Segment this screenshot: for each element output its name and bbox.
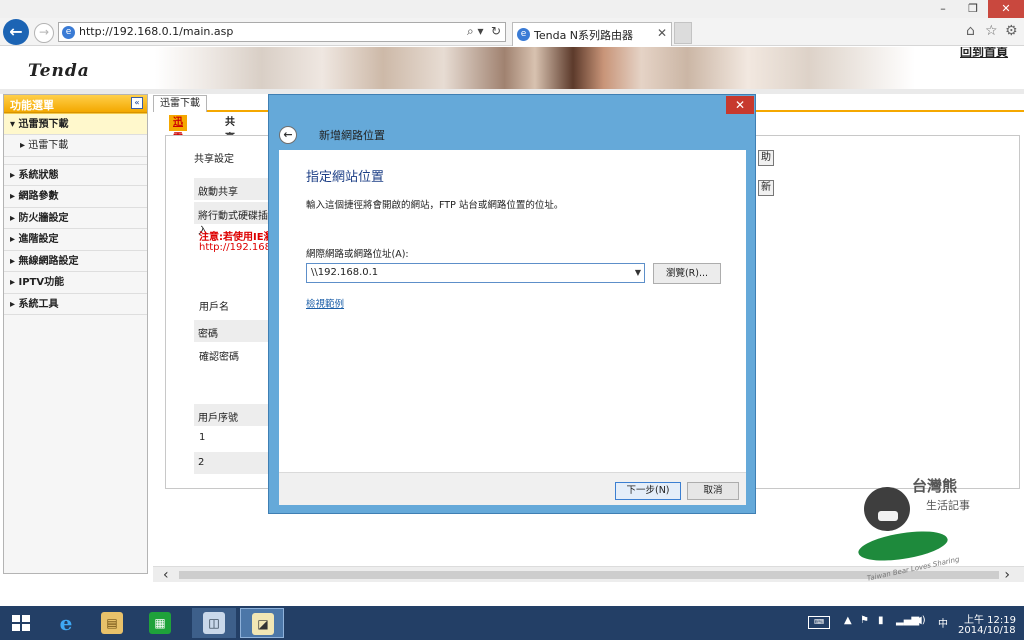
header-banner-photo	[155, 47, 915, 89]
next-button[interactable]: 下一步(N)	[615, 482, 681, 500]
tab-title[interactable]: Tenda N系列路由器	[534, 27, 633, 43]
show-hidden-icons-icon[interactable]: ▲	[844, 615, 852, 626]
search-icon[interactable]: ⌕ ▾	[467, 24, 484, 39]
new-button[interactable]: 新	[758, 180, 774, 196]
address-bar[interactable]: e http://192.168.0.1/main.asp ⌕ ▾ ↻	[58, 22, 506, 42]
bear-icon	[864, 487, 910, 531]
taskbar-internet-explorer[interactable]: e	[44, 608, 88, 638]
sidebar-header: 功能選單 «	[4, 95, 147, 113]
dialog-body: 指定網站位置 輸入這個捷徑將會開啟的網站，FTP 站台或網路位置的位址。 網際網…	[279, 150, 746, 505]
dialog-back-button[interactable]: ←	[279, 126, 297, 144]
sidebar-item-advanced[interactable]: ▸ 進階設定	[4, 229, 147, 251]
bear-chest-mark	[878, 511, 898, 521]
folder-icon: ▤	[101, 612, 123, 634]
address-url[interactable]: http://192.168.0.1/main.asp	[79, 25, 233, 38]
new-tab-button[interactable]	[674, 22, 692, 44]
browser-tab[interactable]: e Tenda N系列路由器 ✕	[512, 22, 672, 46]
tenda-logo: Tenda	[28, 61, 90, 81]
taskbar-add-network-location[interactable]: ◪	[240, 608, 284, 638]
home-link[interactable]: 回到首頁	[960, 47, 1008, 60]
minimize-button[interactable]: –	[928, 0, 958, 18]
browser-navigation-bar: ← → e http://192.168.0.1/main.asp ⌕ ▾ ↻ …	[0, 18, 1024, 46]
taskbar-file-explorer[interactable]: ▤	[90, 608, 134, 638]
header-user-index: 用戶序號	[194, 404, 274, 426]
refresh-icon[interactable]: ↻	[491, 24, 501, 38]
dialog-title: 新增網路位置	[319, 129, 385, 142]
home-icon[interactable]: ⌂	[966, 23, 975, 39]
address-field-label: 網際網路或網路位址(A):	[306, 249, 409, 260]
back-button[interactable]: ←	[3, 19, 29, 45]
watermark-subtitle: 生活記事	[926, 499, 970, 512]
collapse-sidebar-button[interactable]: «	[131, 97, 143, 109]
ime-indicator[interactable]: 中	[938, 615, 948, 630]
battery-icon[interactable]: ▮	[878, 615, 884, 626]
tab-close-icon[interactable]: ✕	[657, 26, 667, 40]
label-enable-share: 啟動共享	[194, 178, 274, 200]
network-address-value[interactable]: \\192.168.0.1	[311, 267, 378, 278]
scroll-right-icon[interactable]: ›	[1004, 567, 1010, 583]
internet-explorer-icon: e	[59, 611, 73, 635]
wizard-icon: ◪	[252, 613, 274, 635]
view-examples-link[interactable]: 檢視範例	[306, 296, 344, 310]
clock-time[interactable]: 上午 12:19	[964, 611, 1016, 626]
subtab-shared-storage[interactable]: 共享儲存	[221, 115, 239, 176]
start-button[interactable]	[6, 608, 36, 638]
user-row-2: 2	[194, 452, 274, 474]
label-password: 密碼	[194, 320, 274, 342]
label-username: 用戶名	[199, 302, 229, 313]
favorites-star-icon[interactable]: ☆	[985, 23, 998, 39]
watermark-title: 台灣熊	[912, 477, 958, 495]
gear-icon[interactable]: ⚙	[1005, 23, 1018, 39]
window-title-bar: – ❐ ✕	[0, 0, 1024, 18]
sidebar-item-iptv[interactable]: ▸ IPTV功能	[4, 272, 147, 294]
store-icon: ▦	[149, 612, 171, 634]
subtab-thunder-download[interactable]: 迅雷下載	[169, 115, 187, 176]
chevron-down-icon[interactable]: ▼	[635, 268, 641, 277]
network-icon: ◫	[203, 612, 225, 634]
sidebar-title: 功能選單	[10, 99, 54, 112]
sidebar-item-system-tools[interactable]: ▸ 系統工具	[4, 294, 147, 315]
dialog-description: 輸入這個捷徑將會開啟的網站，FTP 站台或網路位置的位址。	[306, 200, 564, 211]
section-title: 共享設定	[194, 154, 234, 165]
forward-button[interactable]: →	[34, 23, 54, 43]
system-tray: ⌨ ▲ ⚑ ▮ ▂▄▆ ◀) 中 上午 12:19 2014/10/18	[806, 606, 1024, 640]
keyboard-icon[interactable]: ⌨	[808, 616, 830, 629]
sidebar-item-system-status[interactable]: ▸ 系統狀態	[4, 165, 147, 186]
label-insert-drive: 將行動式硬碟插入	[194, 202, 274, 237]
network-address-input[interactable]: \\192.168.0.1 ▼	[306, 263, 645, 283]
restore-button[interactable]: ❐	[958, 0, 988, 18]
page-header: Tenda 回到首頁	[0, 47, 1024, 89]
sidebar-item-thunder-predownload[interactable]: ▾ 迅雷預下載	[4, 113, 147, 135]
ie-page-icon: e	[62, 26, 75, 39]
help-button[interactable]: 助	[758, 150, 774, 166]
taiwan-bear-watermark: 台灣熊 生活記事 Taiwan Bear Loves Sharing	[848, 473, 974, 591]
dialog-footer: 下一步(N) 取消	[279, 472, 746, 505]
scroll-left-icon[interactable]: ‹	[163, 567, 169, 583]
ie-tab-icon: e	[517, 28, 530, 41]
windows-logo-icon	[12, 615, 30, 631]
user-row-1: 1	[199, 432, 206, 443]
sidebar-item-firewall[interactable]: ▸ 防火牆設定	[4, 208, 147, 229]
taskbar-network-app[interactable]: ◫	[192, 608, 236, 638]
browse-button[interactable]: 瀏覽(R)...	[653, 263, 721, 284]
dialog-heading: 指定網站位置	[306, 170, 385, 185]
clock-date[interactable]: 2014/10/18	[958, 625, 1016, 636]
sidebar-gap	[4, 157, 147, 165]
volume-icon[interactable]: ◀)	[914, 615, 926, 626]
notice-text: 注意:若使用IE瀏	[199, 232, 274, 243]
sidebar-item-wireless[interactable]: ▸ 無線網路設定	[4, 251, 147, 272]
function-menu-sidebar: 功能選單 « ▾ 迅雷預下載 ▸ 迅雷下載 ▸ 系統狀態 ▸ 網路參數 ▸ 防火…	[3, 94, 148, 574]
label-confirm-password: 確認密碼	[199, 352, 239, 363]
taskbar-store[interactable]: ▦	[138, 608, 182, 638]
cancel-button[interactable]: 取消	[687, 482, 739, 500]
sidebar-item-network-params[interactable]: ▸ 網路參數	[4, 186, 147, 208]
add-network-location-dialog: ✕ ← 新增網路位置 指定網站位置 輸入這個捷徑將會開啟的網站，FTP 站台或網…	[268, 94, 756, 514]
tab-thunder-download[interactable]: 迅雷下載	[153, 95, 207, 112]
sidebar-subitem-thunder-download[interactable]: ▸ 迅雷下載	[4, 135, 147, 157]
close-window-button[interactable]: ✕	[988, 0, 1024, 18]
action-center-flag-icon[interactable]: ⚑	[860, 615, 869, 626]
dialog-close-button[interactable]: ✕	[726, 96, 754, 114]
windows-taskbar: e ▤ ▦ ◫ ◪ ⌨ ▲ ⚑ ▮ ▂▄▆ ◀) 中 上午 12:19 2014…	[0, 606, 1024, 640]
